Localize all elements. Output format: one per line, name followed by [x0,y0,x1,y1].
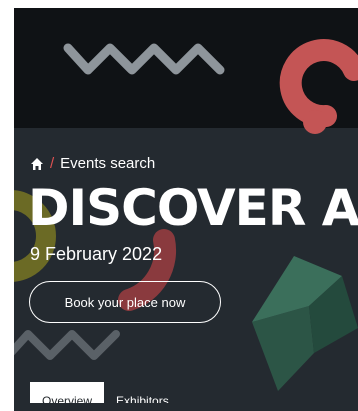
book-place-button[interactable]: Book your place now [29,281,221,323]
tab-overview[interactable]: Overview [30,382,105,403]
ring-shape-top-right [279,39,358,128]
breadcrumb-separator: / [50,155,55,172]
tab-bar: Overview Exhibitors [30,382,181,403]
home-icon[interactable] [30,157,44,171]
page-title: DISCOVER A [28,179,358,237]
tab-exhibitors[interactable]: Exhibitors [104,382,181,403]
event-date: 9 February 2022 [30,244,163,264]
dot-shape-top-right [303,110,327,134]
zigzag-shape-top [63,43,225,75]
breadcrumb: / Events search [30,155,155,173]
zigzag-shape-bottom [14,330,120,360]
breadcrumb-link-events-search[interactable]: Events search [60,155,155,173]
